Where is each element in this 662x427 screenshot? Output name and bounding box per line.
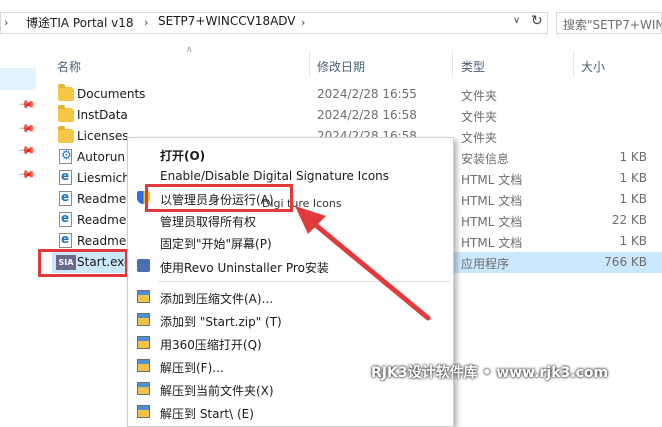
watermark-text: RJK3设计软件库 • www.rjk3.com bbox=[371, 365, 609, 381]
